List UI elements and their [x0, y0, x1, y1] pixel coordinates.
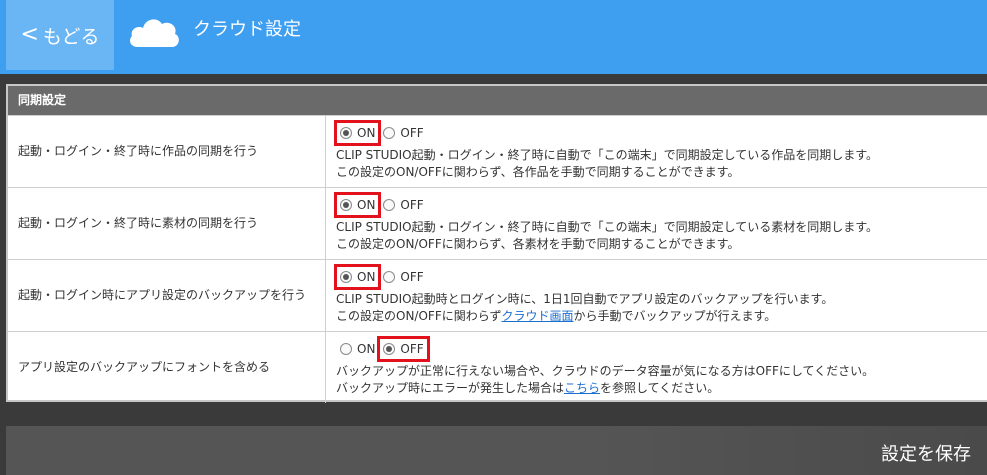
- radio-on[interactable]: ON: [336, 338, 379, 360]
- setting-label: アプリ設定のバックアップにフォントを含める: [18, 360, 271, 374]
- radio-on-label: ON: [357, 126, 376, 140]
- radio-on[interactable]: ON: [333, 192, 382, 218]
- radio-off[interactable]: OFF: [379, 266, 427, 288]
- radio-on-label: ON: [357, 270, 376, 284]
- radio-off-label: OFF: [400, 126, 424, 140]
- radio-group: ON OFF: [333, 264, 987, 290]
- setting-row-material-sync: 起動・ログイン・終了時に素材の同期を行う ON OFF CLIP STUDIO起…: [8, 187, 987, 259]
- radio-checked-icon: [340, 271, 352, 283]
- back-button[interactable]: < もどる: [6, 0, 114, 70]
- setting-description: バックアップが正常に行えない場合や、クラウドのデータ容量が気になる方はOFFにし…: [336, 364, 875, 395]
- radio-off-label: OFF: [400, 270, 424, 284]
- radio-group: ON OFF: [333, 120, 987, 146]
- setting-description: CLIP STUDIO起動時とログイン時に、1日1回自動でアプリ設定のバックアッ…: [336, 292, 834, 323]
- setting-row-app-backup: 起動・ログイン時にアプリ設定のバックアップを行う ON OFF CLIP STU…: [8, 259, 987, 331]
- radio-off-label: OFF: [400, 198, 424, 212]
- chevron-left-icon: <: [20, 22, 39, 47]
- radio-off[interactable]: OFF: [377, 336, 430, 362]
- radio-checked-icon: [383, 343, 396, 355]
- radio-on-label: ON: [357, 198, 376, 212]
- footer-bar: 設定を保存: [6, 426, 987, 475]
- radio-on[interactable]: ON: [333, 264, 382, 290]
- radio-unchecked-icon: [383, 127, 396, 139]
- radio-checked-icon: [340, 199, 352, 211]
- setting-label: 起動・ログイン時にアプリ設定のバックアップを行う: [18, 288, 307, 302]
- setting-description: CLIP STUDIO起動・ログイン・終了時に自動で「この端末」で同期設定してい…: [336, 148, 879, 179]
- back-label: もどる: [42, 25, 100, 48]
- setting-label: 起動・ログイン・終了時に素材の同期を行う: [18, 216, 259, 230]
- radio-unchecked-icon: [383, 271, 396, 283]
- radio-off-label: OFF: [400, 342, 424, 356]
- cloud-screen-link[interactable]: クラウド画面: [501, 309, 573, 323]
- setting-description: CLIP STUDIO起動・ログイン・終了時に自動で「この端末」で同期設定してい…: [336, 220, 879, 251]
- top-bar: < もどる クラウド設定: [0, 0, 987, 74]
- radio-unchecked-icon: [383, 199, 396, 211]
- radio-off[interactable]: OFF: [379, 194, 427, 216]
- radio-unchecked-icon: [340, 343, 352, 355]
- setting-label: 起動・ログイン・終了時に作品の同期を行う: [18, 144, 259, 158]
- page-title: クラウド設定: [193, 19, 301, 40]
- radio-on[interactable]: ON: [333, 120, 382, 146]
- save-button[interactable]: 設定を保存: [881, 440, 971, 466]
- cloud-icon: [130, 19, 179, 47]
- setting-row-artwork-sync: 起動・ログイン・終了時に作品の同期を行う ON OFF CLIP STUDIO起…: [8, 115, 987, 187]
- section-header: 同期設定: [8, 86, 987, 115]
- radio-checked-icon: [340, 127, 352, 139]
- radio-on-label: ON: [357, 342, 376, 356]
- radio-off[interactable]: OFF: [379, 122, 427, 144]
- radio-group: ON OFF: [336, 336, 987, 362]
- radio-group: ON OFF: [333, 192, 987, 218]
- sync-settings-panel: 同期設定 起動・ログイン・終了時に作品の同期を行う ON OFF CLIP ST…: [6, 84, 987, 403]
- setting-row-include-fonts: アプリ設定のバックアップにフォントを含める ON OFF バックアップが正常に行…: [8, 331, 987, 403]
- help-link[interactable]: こちら: [564, 381, 600, 395]
